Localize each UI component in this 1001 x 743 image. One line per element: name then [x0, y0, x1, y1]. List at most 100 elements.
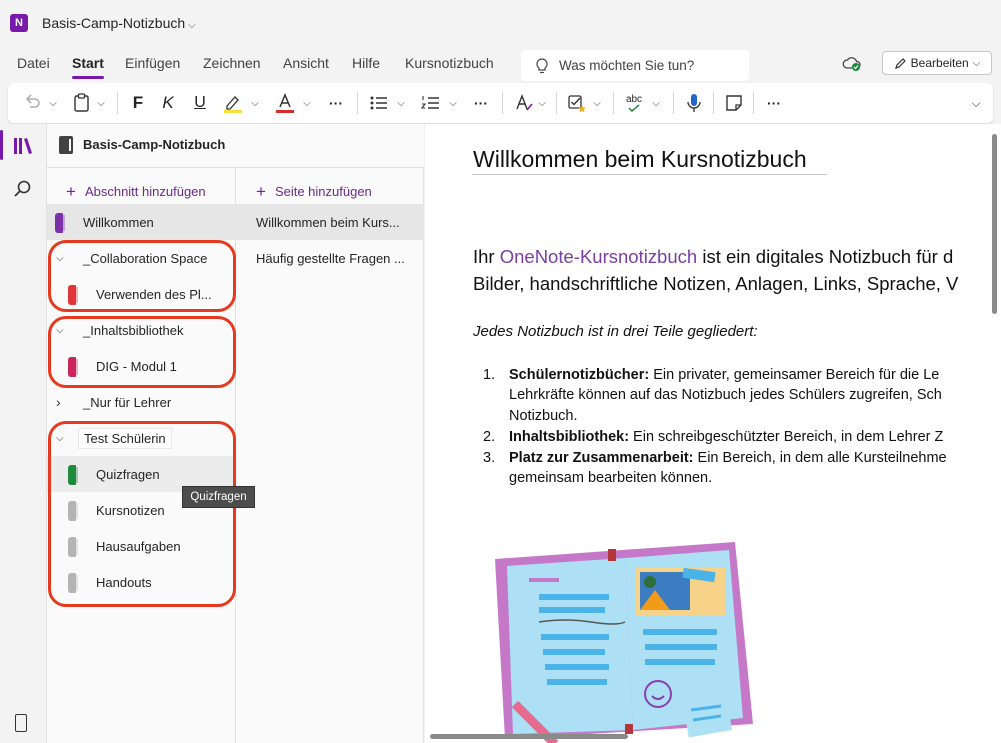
highlight-dropdown-icon[interactable]: ⌵ [250, 92, 260, 114]
tab-zeichnen[interactable]: Zeichnen [203, 55, 261, 71]
tags-dropdown-icon[interactable]: ⌵ [592, 92, 602, 114]
highlight-annotation [48, 240, 236, 312]
plus-icon: + [256, 182, 266, 201]
tab-kursnotizbuch[interactable]: Kursnotizbuch [405, 55, 494, 71]
page-canvas[interactable]: Willkommen beim Kursnotizbuch Ihr OneNot… [425, 124, 1001, 743]
title-underline [472, 174, 827, 175]
ribbon-divider [673, 92, 674, 114]
bold-button[interactable]: F [128, 92, 148, 114]
paste-dropdown-icon[interactable]: ⌵ [96, 92, 106, 114]
undo-dropdown-icon[interactable]: ⌵ [48, 92, 58, 114]
edit-mode-button[interactable]: Bearbeiten ⌵ [882, 51, 992, 75]
bullet-list-dropdown-icon[interactable]: ⌵ [396, 92, 406, 114]
ribbon-divider [613, 92, 614, 114]
section-group-label: _Nur für Lehrer [83, 394, 172, 410]
page-item-faq[interactable]: Häufig gestellte Fragen ... [236, 240, 424, 276]
chevron-right-icon: › [56, 394, 61, 410]
tab-datei[interactable]: Datei [17, 55, 50, 71]
list-item-text: Ein schreibgeschützter Bereich, in dem L… [629, 429, 944, 445]
list-item-continuation: Lehrkräfte können auf das Notizbuch jede… [509, 387, 942, 403]
list-number: 2. [483, 429, 496, 445]
ribbon-divider [556, 92, 557, 114]
lightbulb-icon [536, 57, 548, 73]
tab-hilfe[interactable]: Hilfe [352, 55, 380, 71]
italic-button[interactable]: K [158, 92, 178, 114]
list-item-text: Ein privater, gemeinsamer Bereich für di… [649, 367, 940, 383]
text-run: Ihr [473, 246, 500, 267]
ribbon-divider [713, 92, 714, 114]
clipboard-icon[interactable] [73, 92, 91, 114]
horizontal-scrollbar[interactable] [430, 734, 628, 739]
underline-button[interactable]: U [190, 92, 210, 114]
numbered-list-dropdown-icon[interactable]: ⌵ [448, 92, 458, 114]
tooltip: Quizfragen [182, 486, 255, 508]
spelling-dropdown-icon[interactable]: ⌵ [651, 92, 661, 114]
tag-checkbox-icon[interactable] [566, 92, 588, 114]
list-item: 2. Inhaltsbibliothek: Ein schreibgeschütz… [483, 429, 943, 445]
list-item-heading: Platz zur Zusammenarbeit: [509, 450, 694, 466]
vertical-scrollbar[interactable] [992, 134, 997, 314]
add-page-label: Seite hinzufügen [274, 184, 372, 199]
search-icon[interactable] [13, 179, 33, 199]
more-font-options-icon[interactable]: ··· [325, 92, 347, 114]
active-indicator [0, 130, 3, 160]
font-color-dropdown-icon[interactable]: ⌵ [302, 92, 312, 114]
sticky-note-icon[interactable] [724, 92, 744, 114]
tab-ansicht[interactable]: Ansicht [283, 55, 329, 71]
font-color-icon[interactable] [274, 92, 296, 114]
ribbon-divider [753, 92, 754, 114]
text-run: ist ein digitales Notizbuch für d [697, 246, 954, 267]
chevron-down-icon: ⌵ [188, 20, 196, 31]
bullet-list-icon[interactable] [368, 92, 390, 114]
list-item-text: Ein Bereich, in dem alle Kursteilnehme [693, 450, 947, 466]
styles-dropdown-icon[interactable]: ⌵ [537, 92, 547, 114]
ribbon-toolbar: ⌵ ⌵ F K U ⌵ ⌵ ··· ⌵ ⌵ ··· ⌵ ⌵ abc ⌵ ··· … [8, 83, 993, 123]
add-section-label: Abschnitt hinzufügen [84, 184, 206, 199]
page-title[interactable]: Willkommen beim Kursnotizbuch [473, 146, 807, 173]
tab-einfuegen[interactable]: Einfügen [125, 55, 180, 71]
mobile-view-icon[interactable] [15, 714, 27, 732]
more-options-icon[interactable]: ··· [763, 92, 785, 114]
intro-paragraph-line-1: Ihr OneNote-Kursnotizbuch ist ein digita… [473, 246, 953, 268]
notebook-title-button[interactable]: Basis-Camp-Notizbuch ⌵ [42, 15, 196, 31]
window-title: Basis-Camp-Notizbuch [42, 15, 186, 31]
list-item-continuation: gemeinsam bearbeiten können. [509, 470, 713, 486]
navigation-rail [0, 124, 47, 743]
ribbon-divider [502, 92, 503, 114]
add-section-button[interactable]: + Abschnitt hinzufügen [66, 183, 206, 200]
structure-intro: Jedes Notizbuch ist in drei Teile geglie… [473, 323, 758, 340]
section-color-tab [55, 213, 65, 233]
notebook-header[interactable]: Basis-Camp-Notizbuch [47, 124, 424, 168]
notebook-name: Basis-Camp-Notizbuch [83, 137, 226, 152]
microphone-icon[interactable] [684, 92, 704, 114]
highlight-annotation [48, 421, 236, 607]
list-number: 3. [483, 450, 496, 466]
page-item-willkommen[interactable]: Willkommen beim Kurs... [236, 204, 424, 240]
title-bar: N Basis-Camp-Notizbuch ⌵ [0, 0, 1001, 46]
notebook-illustration [495, 542, 753, 743]
add-page-button[interactable]: + Seite hinzufügen [256, 182, 372, 201]
more-paragraph-options-icon[interactable]: ··· [470, 92, 492, 114]
list-item-heading: Schülernotizbücher: [509, 367, 650, 383]
section-label: Willkommen [83, 214, 154, 230]
notebook-icon [59, 136, 73, 154]
notebooks-library-icon[interactable] [12, 136, 34, 156]
spelling-icon[interactable]: abc [623, 92, 645, 114]
pencil-icon [894, 57, 906, 69]
tab-start[interactable]: Start [72, 55, 104, 79]
onenote-logo-icon: N [10, 14, 28, 32]
section-group-nur-fuer-lehrer[interactable]: › _Nur für Lehrer [47, 384, 236, 420]
cloud-sync-icon[interactable] [842, 56, 862, 72]
edit-mode-label: Bearbeiten [910, 56, 969, 70]
section-willkommen[interactable]: Willkommen [47, 204, 236, 240]
styles-icon[interactable] [513, 92, 535, 114]
ribbon-expand-icon[interactable]: ⌵ [970, 92, 982, 114]
onenote-link[interactable]: OneNote-Kursnotizbuch [500, 246, 697, 267]
highlighter-icon[interactable] [222, 92, 244, 114]
list-number: 1. [483, 367, 496, 383]
onenote-window: N Basis-Camp-Notizbuch ⌵ Datei Start Einf… [0, 0, 1001, 743]
chevron-down-icon: ⌵ [972, 57, 981, 69]
undo-icon[interactable] [22, 92, 42, 114]
numbered-list-icon[interactable] [420, 92, 442, 114]
tell-me-search-box[interactable]: Was möchten Sie tun? [521, 50, 749, 81]
